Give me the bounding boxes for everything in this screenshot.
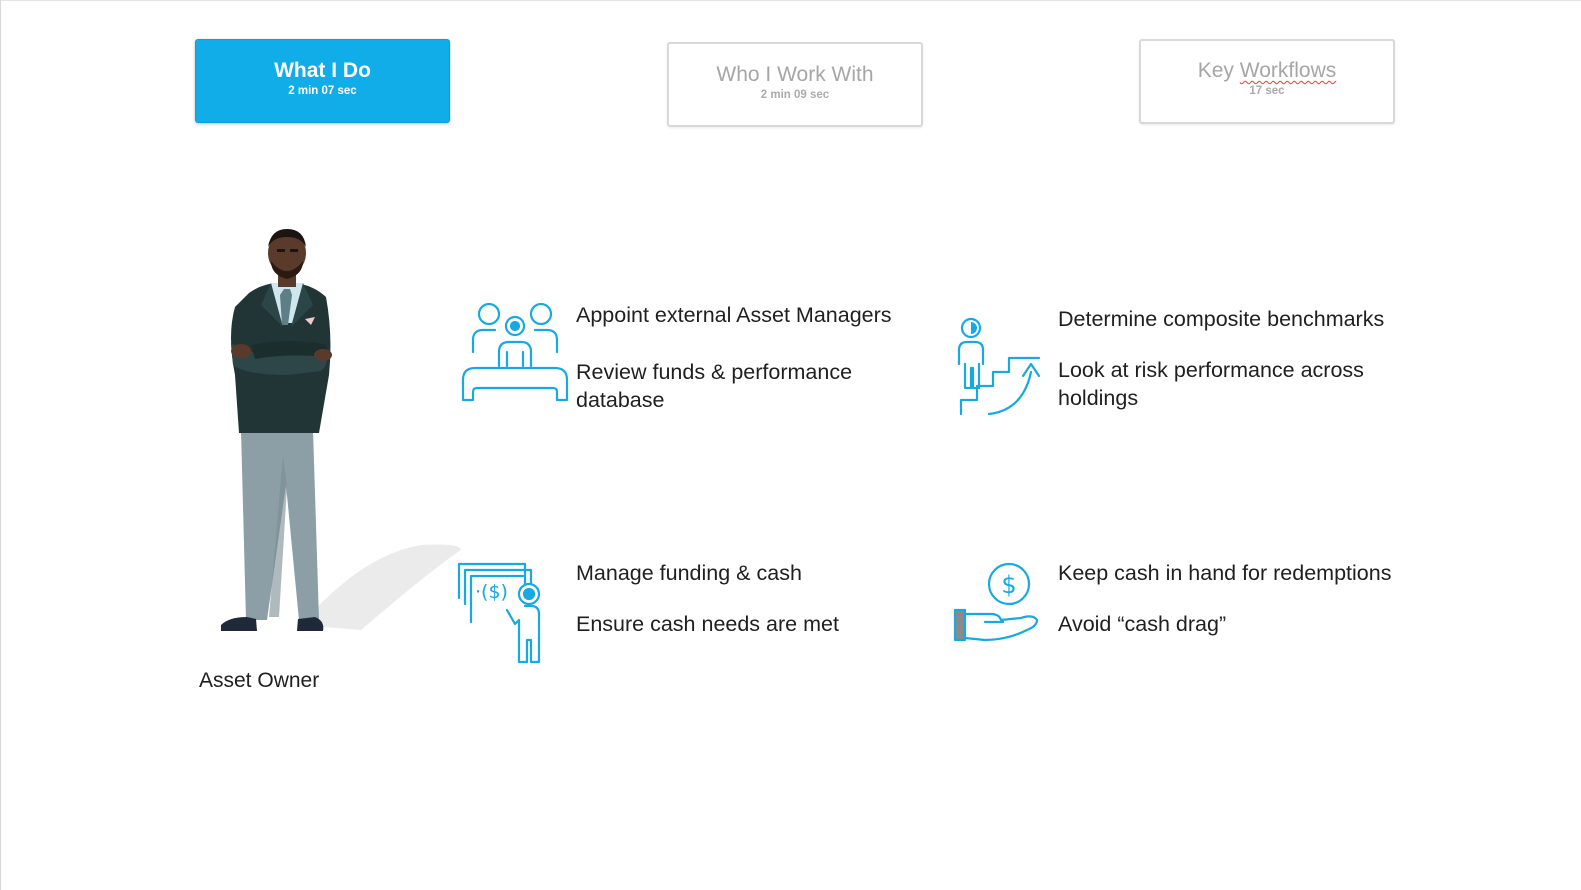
- activity-line: holdings: [1058, 386, 1139, 410]
- slide: What I Do 2 min 07 sec Who I Work With 2…: [0, 0, 1581, 890]
- svg-text:·($): ·($): [475, 581, 508, 603]
- tab-duration: 2 min 09 sec: [760, 89, 830, 101]
- tab-duration: 17 sec: [1249, 85, 1285, 97]
- tab-title: Who I Work With: [716, 63, 874, 86]
- activity-line: Manage funding & cash: [576, 561, 802, 585]
- asset-owner-illustration: [221, 229, 461, 631]
- cash-presentation-icon: ·($): [457, 562, 541, 664]
- tab-title-part: Key: [1197, 59, 1240, 82]
- activity-line: Keep cash in hand for redemptions: [1058, 561, 1392, 585]
- hand-dollar-coin-icon: $: [953, 562, 1039, 642]
- tab-duration: 2 min 07 sec: [288, 85, 357, 97]
- role-label: Asset Owner: [199, 669, 320, 692]
- svg-text:$: $: [1001, 571, 1016, 599]
- tab-what-i-do[interactable]: What I Do 2 min 07 sec: [195, 39, 450, 123]
- activity-line: Look at risk performance across: [1058, 358, 1364, 382]
- tab-title: Key Workflows: [1141, 59, 1393, 83]
- activity-line: Ensure cash needs are met: [576, 612, 839, 636]
- activity-line: Determine composite benchmarks: [1058, 307, 1385, 331]
- activity-line: Avoid “cash drag”: [1058, 612, 1227, 636]
- activity-line: database: [576, 388, 665, 412]
- tab-title: What I Do: [274, 59, 371, 82]
- meeting-board-icon: [461, 302, 569, 402]
- climbing-stairs-icon: [957, 317, 1041, 416]
- tab-title-spellcheck-word: Workflows: [1239, 59, 1337, 82]
- tab-who-i-work-with[interactable]: Who I Work With 2 min 09 sec: [667, 42, 923, 127]
- activity-line: Review funds & performance: [576, 360, 853, 384]
- activity-line: Appoint external Asset Managers: [576, 303, 892, 327]
- top-divider: [1, 0, 1581, 1]
- tab-key-workflows[interactable]: Key Workflows 17 sec: [1139, 39, 1395, 124]
